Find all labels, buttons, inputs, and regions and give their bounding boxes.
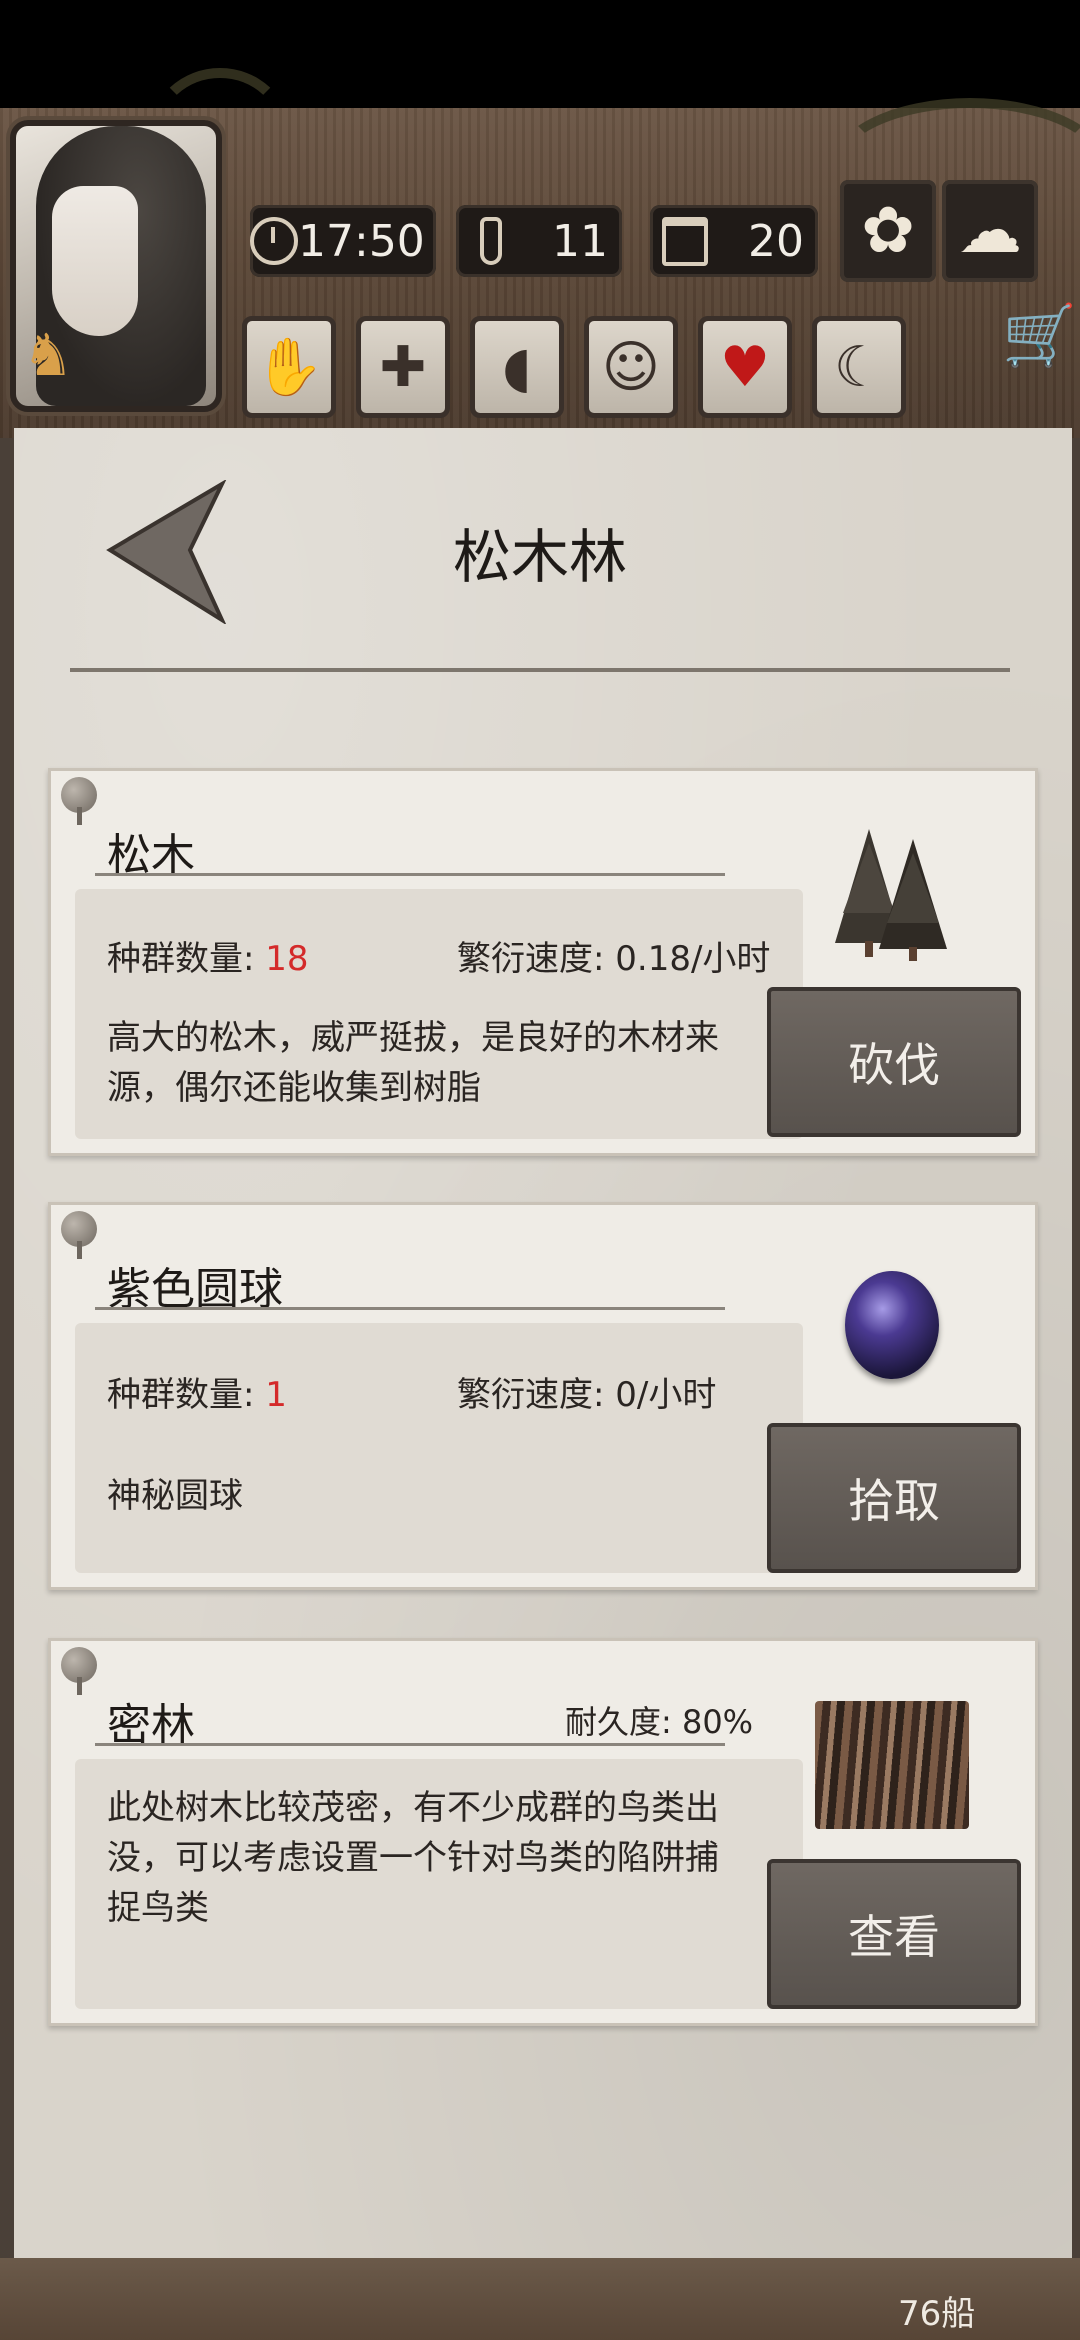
temperature-value: 11 xyxy=(552,215,608,267)
character-portrait[interactable]: ♞ xyxy=(10,120,222,412)
pushpin-icon xyxy=(61,1211,97,1259)
resource-card-orb: 紫色圆球 种群数量: 1 繁衍速度: 0/小时 神秘圆球 拾取 xyxy=(48,1202,1038,1590)
resource-card-thicket: 密林 耐久度: 80% 此处树木比较茂密，有不少成群的鸟类出没，可以考虑设置一个… xyxy=(48,1638,1038,2026)
day-display: 20 xyxy=(650,205,818,277)
resource-description: 高大的松木，威严挺拔，是良好的木材来源，偶尔还能收集到树脂 xyxy=(107,1018,719,1108)
time-value: 17:50 xyxy=(298,215,425,267)
title-divider xyxy=(70,668,1010,672)
status-bar xyxy=(0,0,1080,108)
chop-button[interactable]: 砍伐 xyxy=(767,987,1021,1137)
medical-cross-icon[interactable]: ✚ xyxy=(356,316,450,418)
resource-description: 神秘圆球 xyxy=(107,1476,243,1516)
heart-icon[interactable]: ♥ xyxy=(698,316,792,418)
thicket-icon xyxy=(815,1701,969,1829)
stomach-icon[interactable]: ◖ xyxy=(470,316,564,418)
shopping-cart-icon[interactable]: 🛒 xyxy=(1002,300,1077,371)
growth-rate: 繁衍速度: 0.18/小时 xyxy=(457,939,771,979)
camel-icon: ♞ xyxy=(22,321,74,389)
leaf-icon[interactable]: ✿ xyxy=(840,180,936,282)
head-icon[interactable]: ☺ xyxy=(584,316,678,418)
moon-icon[interactable]: ☾ xyxy=(812,316,906,418)
pick-up-button[interactable]: 拾取 xyxy=(767,1423,1021,1573)
page-title: 松木林 xyxy=(452,523,627,591)
growth-rate: 繁衍速度: 0/小时 xyxy=(457,1375,717,1415)
bandage-hand-icon[interactable]: ✋ xyxy=(242,316,336,418)
clock-icon xyxy=(250,205,298,277)
durability-value: 耐久度: 80% xyxy=(565,1703,754,1741)
day-value: 20 xyxy=(748,215,804,267)
pushpin-icon xyxy=(61,777,97,825)
bottom-text-fragment: 76船 xyxy=(898,2294,976,2334)
time-display: 17:50 xyxy=(250,205,436,277)
temperature-display: 11 xyxy=(456,205,622,277)
pine-trees-icon xyxy=(835,829,947,961)
pushpin-icon xyxy=(61,1647,97,1695)
purple-orb-icon xyxy=(845,1271,939,1379)
population-count: 种群数量: 18 xyxy=(107,939,309,979)
resource-description: 此处树木比较茂密，有不少成群的鸟类出没，可以考虑设置一个针对鸟类的陷阱捕捉鸟类 xyxy=(107,1788,719,1928)
resource-card-pine: 松木 种群数量: 18 繁衍速度: 0.18/小时 高大的松木，威严挺拔，是良好… xyxy=(48,768,1038,1156)
view-button[interactable]: 查看 xyxy=(767,1859,1021,2009)
cloud-icon[interactable]: ☁ xyxy=(942,180,1038,282)
population-count: 种群数量: 1 xyxy=(107,1375,287,1415)
calendar-icon xyxy=(650,205,720,277)
thermometer-icon xyxy=(456,205,526,277)
